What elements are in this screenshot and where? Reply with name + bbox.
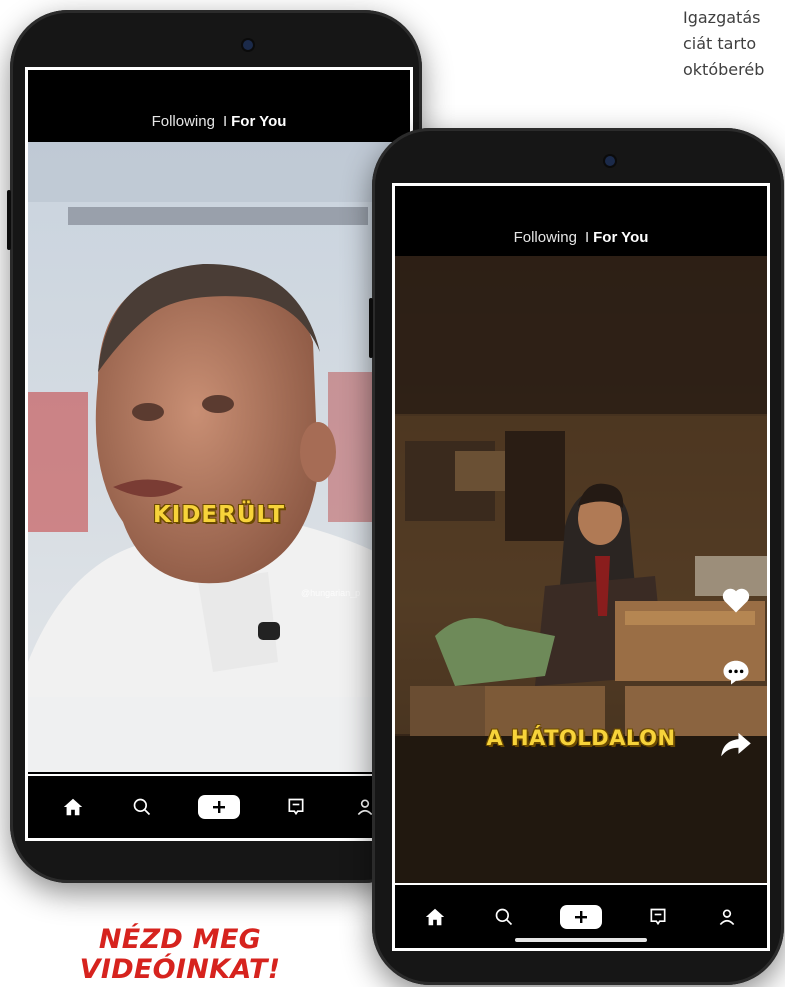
article-text-fragment: Igazgatás ciát tarto októberéb bbox=[683, 5, 785, 83]
bottom-nav bbox=[28, 774, 410, 838]
video-frame-office bbox=[395, 256, 767, 883]
promo-headline: NÉZD MEG VIDEÓINKAT! bbox=[55, 925, 305, 985]
phone-right-screen: Following I For You A HÁTOLDALON bbox=[392, 183, 770, 951]
home-indicator bbox=[515, 938, 647, 942]
tab-following[interactable]: Following bbox=[152, 113, 215, 130]
camera-icon bbox=[243, 40, 253, 50]
tab-separator: I bbox=[584, 229, 590, 246]
home-icon[interactable] bbox=[60, 794, 86, 820]
camera-icon bbox=[605, 156, 615, 166]
feed-tabs: Following I For You bbox=[395, 186, 767, 256]
inbox-icon[interactable] bbox=[645, 904, 671, 930]
promo-line-2: VIDEÓINKAT! bbox=[79, 954, 281, 985]
video-player[interactable]: A HÁTOLDALON bbox=[395, 256, 767, 883]
video-frame-man bbox=[28, 142, 410, 772]
phone-left-screen: Following I For You KIDERÜLT @hungarian_… bbox=[25, 67, 413, 841]
video-player[interactable]: KIDERÜLT @hungarian_p bbox=[28, 142, 410, 772]
create-button[interactable] bbox=[197, 795, 240, 819]
volume-button bbox=[7, 190, 11, 250]
article-line: Igazgatás bbox=[683, 8, 761, 27]
phone-left: Following I For You KIDERÜLT @hungarian_… bbox=[7, 10, 422, 883]
inbox-icon[interactable] bbox=[283, 794, 309, 820]
create-button[interactable] bbox=[559, 904, 602, 929]
video-credit: @hungarian_p bbox=[301, 588, 361, 598]
feed-tabs: Following I For You bbox=[28, 70, 410, 142]
tab-for-you[interactable]: For You bbox=[593, 229, 648, 246]
article-line: ciát tarto bbox=[683, 34, 757, 53]
comment-icon[interactable] bbox=[721, 657, 751, 692]
video-caption: A HÁTOLDALON bbox=[486, 726, 676, 750]
home-icon[interactable] bbox=[422, 904, 448, 930]
heart-icon[interactable] bbox=[721, 586, 751, 619]
volume-button bbox=[369, 298, 373, 358]
article-line: októberéb bbox=[683, 60, 765, 79]
phone-right: Following I For You A HÁTOLDALON bbox=[369, 128, 784, 985]
profile-icon[interactable] bbox=[714, 904, 740, 930]
tab-separator: I bbox=[222, 113, 228, 130]
search-icon[interactable] bbox=[491, 904, 517, 930]
plus-icon bbox=[212, 801, 225, 813]
promo-line-1: NÉZD MEG bbox=[98, 924, 262, 955]
tab-for-you[interactable]: For You bbox=[231, 113, 286, 130]
search-icon[interactable] bbox=[129, 794, 155, 820]
plus-icon bbox=[574, 910, 587, 923]
video-caption: KIDERÜLT bbox=[152, 502, 286, 528]
tab-following[interactable]: Following bbox=[514, 229, 577, 246]
action-rail bbox=[720, 586, 752, 801]
